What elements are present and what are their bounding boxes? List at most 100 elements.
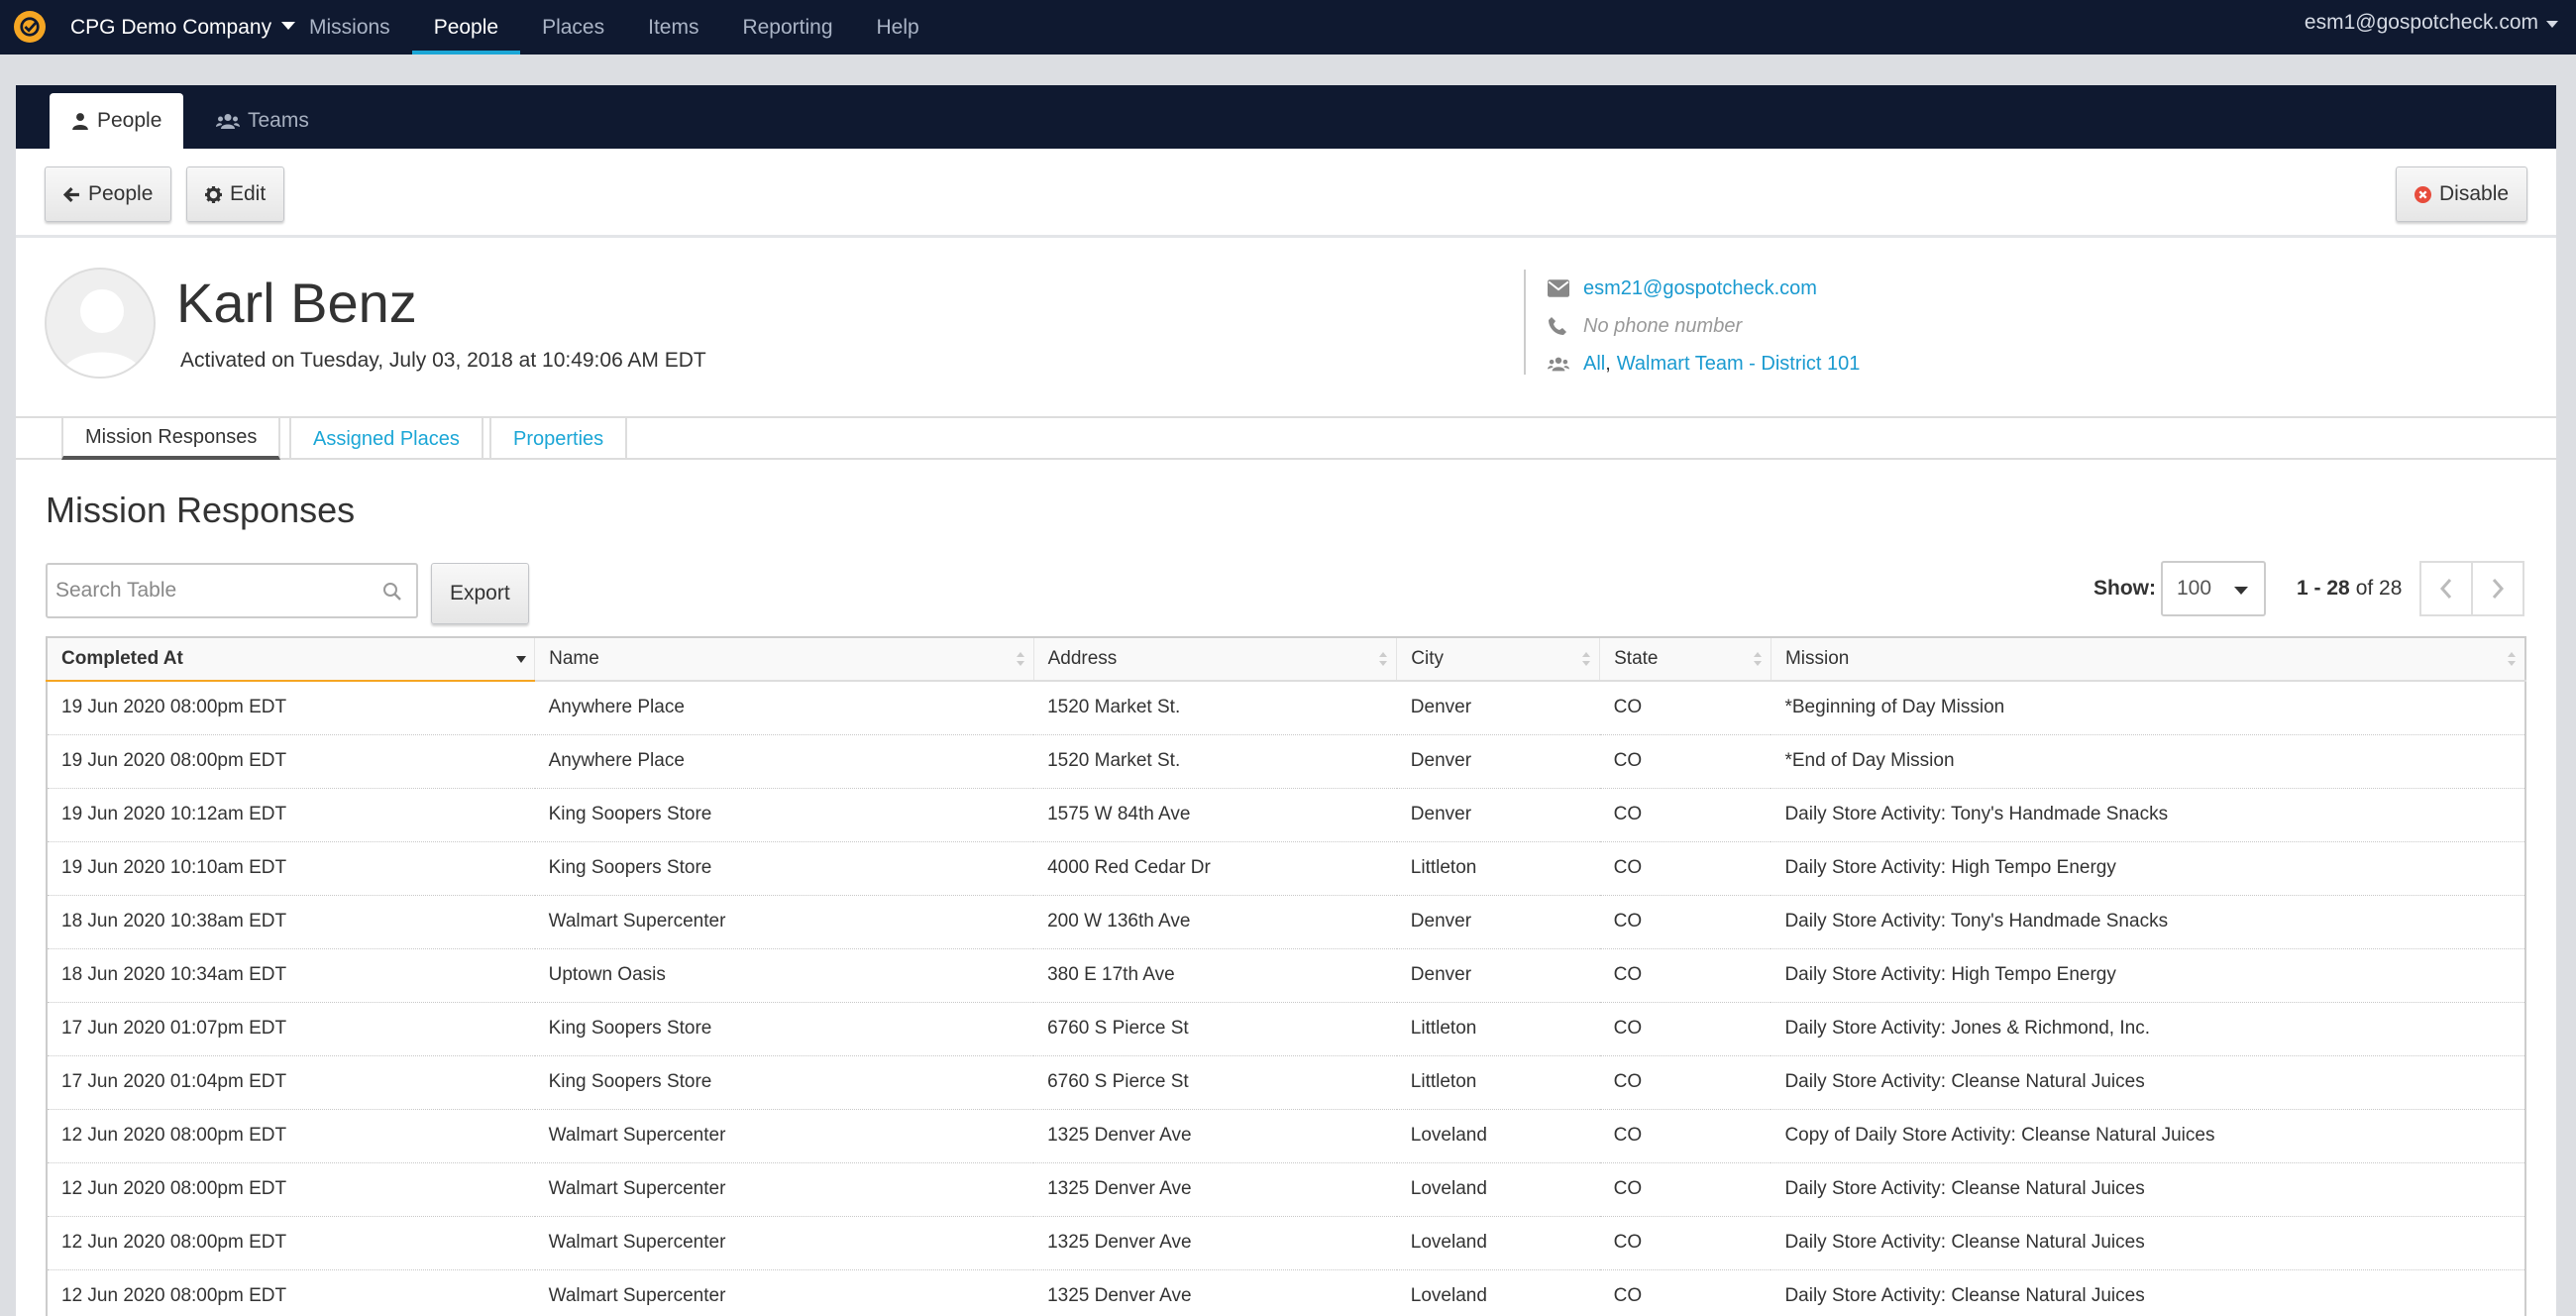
table-cell-name: Walmart Supercenter xyxy=(534,895,1034,949)
user-menu[interactable]: esm1@gospotcheck.com xyxy=(2305,0,2558,46)
table-row[interactable]: 12 Jun 2020 08:00pm EDT Walmart Supercent… xyxy=(46,1109,2526,1163)
profile-header: Karl Benz Activated on Tuesday, July 03,… xyxy=(16,240,2556,418)
table-row[interactable]: 19 Jun 2020 08:00pm EDT Anywhere Place 152… xyxy=(46,681,2526,735)
company-switcher[interactable]: CPG Demo Company xyxy=(70,0,296,55)
table-cell-address: 6760 S Pierce St xyxy=(1033,1002,1397,1056)
sort-icon xyxy=(1753,652,1762,666)
table-cell-address: 380 E 17th Ave xyxy=(1033,948,1397,1003)
nav-link-missions[interactable]: Missions xyxy=(287,0,412,55)
export-button[interactable]: Export xyxy=(431,563,529,624)
table-cell-completed-at: 12 Jun 2020 08:00pm EDT xyxy=(46,1162,535,1217)
page-size-select[interactable]: 100 xyxy=(2161,561,2266,616)
disable-button[interactable]: Disable xyxy=(2396,166,2528,222)
sub-tabs: Mission Responses Assigned Places Proper… xyxy=(16,416,2556,460)
table-cell-completed-at: 12 Jun 2020 08:00pm EDT xyxy=(46,1216,535,1270)
team-link-walmart[interactable]: Walmart Team - District 101 xyxy=(1617,353,1861,376)
toolbar xyxy=(16,149,2556,238)
column-header-completed-at[interactable]: Completed At xyxy=(46,636,536,682)
tab-teams[interactable]: Teams xyxy=(194,93,331,149)
chevron-right-icon xyxy=(2492,579,2505,599)
table-cell-city: Denver xyxy=(1396,895,1600,949)
next-page-button[interactable] xyxy=(2471,561,2524,616)
table-cell-state: CO xyxy=(1599,1269,1771,1316)
table-cell-city: Littleton xyxy=(1396,841,1600,896)
table-row[interactable]: 19 Jun 2020 10:10am EDT King Soopers Stor… xyxy=(46,841,2526,896)
back-to-people-button[interactable]: People xyxy=(45,166,172,222)
column-header-name[interactable]: Name xyxy=(534,636,1034,682)
section-title: Mission Responses xyxy=(46,490,356,530)
table-row[interactable]: 18 Jun 2020 10:38am EDT Walmart Supercent… xyxy=(46,895,2526,949)
table-cell-name: Walmart Supercenter xyxy=(534,1109,1034,1163)
column-header-city[interactable]: City xyxy=(1396,636,1601,682)
page-total: of 28 xyxy=(2355,577,2403,600)
table-cell-state: CO xyxy=(1599,1162,1771,1217)
column-header-label: Completed At xyxy=(61,648,183,669)
table-cell-city: Denver xyxy=(1396,788,1600,842)
table-cell-address: 1325 Denver Ave xyxy=(1033,1162,1397,1217)
table-cell-mission: Daily Store Activity: Cleanse Natural Ju… xyxy=(1771,1269,2526,1316)
search-input[interactable] xyxy=(55,579,373,603)
table-cell-completed-at: 17 Jun 2020 01:04pm EDT xyxy=(46,1055,535,1110)
nav-link-items[interactable]: Items xyxy=(626,0,720,55)
table-cell-address: 200 W 136th Ave xyxy=(1033,895,1397,949)
nav-link-people[interactable]: People xyxy=(411,0,521,55)
tab-assigned-places[interactable]: Assigned Places xyxy=(289,416,483,460)
table-row[interactable]: 12 Jun 2020 08:00pm EDT Walmart Supercent… xyxy=(46,1216,2526,1270)
caret-down-icon xyxy=(2546,20,2558,28)
table-cell-city: Loveland xyxy=(1396,1162,1600,1217)
table-cell-completed-at: 18 Jun 2020 10:38am EDT xyxy=(46,895,535,949)
table-cell-address: 1325 Denver Ave xyxy=(1033,1216,1397,1270)
tab-people[interactable]: People xyxy=(50,93,184,149)
table-cell-name: Walmart Supercenter xyxy=(534,1162,1034,1217)
search-icon[interactable] xyxy=(382,582,402,602)
show-label: Show: xyxy=(2093,577,2156,600)
table-row[interactable]: 12 Jun 2020 08:00pm EDT Walmart Supercent… xyxy=(46,1162,2526,1217)
column-header-state[interactable]: State xyxy=(1599,636,1771,682)
table-cell-mission: Daily Store Activity: Jones & Richmond, … xyxy=(1771,1002,2526,1056)
column-header-mission[interactable]: Mission xyxy=(1771,636,2526,682)
column-header-label: Mission xyxy=(1784,648,1850,669)
team-link-all[interactable]: All xyxy=(1583,353,1605,376)
table-cell-address: 6760 S Pierce St xyxy=(1033,1055,1397,1110)
email-link[interactable]: esm21@gospotcheck.com xyxy=(1583,277,1817,300)
nav-link-reporting[interactable]: Reporting xyxy=(720,0,854,55)
table-row[interactable]: 18 Jun 2020 10:34am EDT Uptown Oasis 380 E… xyxy=(46,948,2526,1003)
phone-value: No phone number xyxy=(1583,314,1743,337)
tab-mission-responses[interactable]: Mission Responses xyxy=(61,416,281,460)
activated-date: Activated on Tuesday, July 03, 2018 at 1… xyxy=(180,349,706,372)
table-row[interactable]: 17 Jun 2020 01:07pm EDT King Soopers Stor… xyxy=(46,1002,2526,1056)
tab-properties[interactable]: Properties xyxy=(489,416,628,460)
card-tabs: People Teams xyxy=(16,85,2556,149)
table-cell-mission: *Beginning of Day Mission xyxy=(1771,681,2526,735)
teams-row: All , Walmart Team - District 101 xyxy=(1548,345,1860,383)
table-cell-city: Loveland xyxy=(1396,1216,1600,1270)
table-cell-completed-at: 18 Jun 2020 10:34am EDT xyxy=(46,948,535,1003)
page-range: 1 - 28 of 28 xyxy=(2291,561,2402,616)
table-cell-state: CO xyxy=(1599,948,1771,1003)
table-cell-address: 1575 W 84th Ave xyxy=(1033,788,1397,842)
edit-button[interactable]: Edit xyxy=(186,166,285,222)
nav-link-help[interactable]: Help xyxy=(855,0,941,55)
table-row[interactable]: 19 Jun 2020 08:00pm EDT Anywhere Place 152… xyxy=(46,734,2526,789)
sort-icon xyxy=(2508,652,2516,666)
column-header-address[interactable]: Address xyxy=(1033,636,1398,682)
table-cell-state: CO xyxy=(1599,1109,1771,1163)
table-row[interactable]: 12 Jun 2020 08:00pm EDT Walmart Supercent… xyxy=(46,1269,2526,1316)
gear-icon xyxy=(205,185,222,203)
table-row[interactable]: 19 Jun 2020 10:12am EDT King Soopers Stor… xyxy=(46,788,2526,842)
avatar xyxy=(45,268,156,379)
sort-icon xyxy=(1379,652,1388,666)
nav-links: Missions People Places Items Reporting Help xyxy=(287,0,941,55)
tab-people-label: People xyxy=(97,109,162,132)
table-cell-state: CO xyxy=(1599,1002,1771,1056)
export-button-label: Export xyxy=(450,582,510,604)
table-cell-state: CO xyxy=(1599,1216,1771,1270)
edit-button-label: Edit xyxy=(230,182,267,205)
table-row[interactable]: 17 Jun 2020 01:04pm EDT King Soopers Stor… xyxy=(46,1055,2526,1110)
table-cell-address: 4000 Red Cedar Dr xyxy=(1033,841,1397,896)
prev-page-button[interactable] xyxy=(2419,561,2473,616)
table-cell-city: Loveland xyxy=(1396,1109,1600,1163)
nav-link-places[interactable]: Places xyxy=(520,0,626,55)
logo-check-icon[interactable] xyxy=(14,11,46,43)
table-cell-mission: Daily Store Activity: Cleanse Natural Ju… xyxy=(1771,1216,2526,1270)
